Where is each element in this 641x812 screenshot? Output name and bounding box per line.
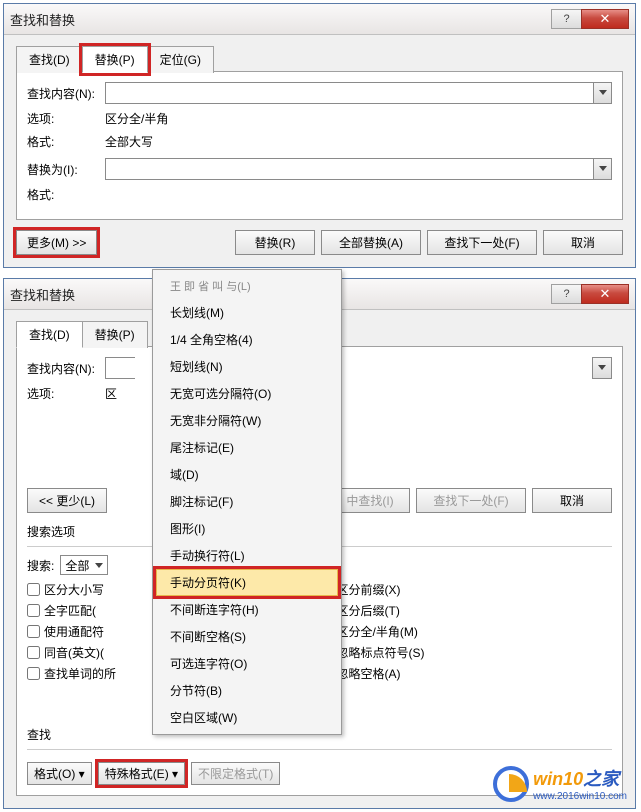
less-button[interactable]: << 更少(L) <box>27 488 107 513</box>
cancel-button[interactable]: 取消 <box>543 230 623 255</box>
replace-button[interactable]: 替换(R) <box>235 230 315 255</box>
check-left-checkbox-0[interactable] <box>27 583 40 596</box>
check-right-label-1: 区分后缀(T) <box>337 602 400 619</box>
close-button[interactable]: ✕ <box>581 9 629 29</box>
menu-item-7[interactable]: 脚注标记(F) <box>156 488 338 515</box>
menu-item-14[interactable]: 分节符(B) <box>156 677 338 704</box>
check-left-label-1: 全字匹配( <box>44 602 96 619</box>
format2-label: 格式: <box>27 186 105 203</box>
replace-all-button[interactable]: 全部替换(A) <box>321 230 421 255</box>
find-replace-dialog-2: 查找和替换 ? ✕ 查找(D) 替换(P) 查找内容(N): <box>3 278 636 809</box>
menu-item-3[interactable]: 无宽可选分隔符(O) <box>156 380 338 407</box>
menu-item-12[interactable]: 不间断空格(S) <box>156 623 338 650</box>
options-label: 选项: <box>27 110 105 127</box>
check-left-label-0: 区分大小写 <box>44 581 104 598</box>
check-left-checkbox-2[interactable] <box>27 625 40 638</box>
dialog-title: 查找和替换 <box>10 10 552 29</box>
check-right-3: 忽略标点符号(S) <box>320 644 613 661</box>
watermark-text: win10之家 www.2016win10.com <box>533 765 627 802</box>
tab-replace[interactable]: 替换(P) <box>82 321 148 348</box>
menu-item-10[interactable]: 手动分页符(K) <box>156 569 338 596</box>
find-content-combo-end[interactable] <box>592 357 612 379</box>
menu-item-11[interactable]: 不间断连字符(H) <box>156 596 338 623</box>
titlebar[interactable]: 查找和替换 ? ✕ <box>4 4 635 35</box>
tab-panel: 查找内容(N): 选项: 区分全/半角 格式: 全部大写 替换为(I): <box>16 71 623 220</box>
find-content-combo[interactable] <box>105 82 612 104</box>
menu-item-9[interactable]: 手动换行符(L) <box>156 542 338 569</box>
dropdown-icon[interactable] <box>593 159 611 179</box>
close-button[interactable]: ✕ <box>581 284 629 304</box>
check-left-label-4: 查找单词的所 <box>44 665 116 682</box>
no-format-button[interactable]: 不限定格式(T) <box>191 762 280 785</box>
dropdown-icon[interactable] <box>593 83 611 103</box>
cancel-button[interactable]: 取消 <box>532 488 612 513</box>
find-content-label: 查找内容(N): <box>27 360 105 377</box>
format-button[interactable]: 格式(O) ▾ <box>27 762 92 785</box>
search-direction-select[interactable]: 全部 <box>60 555 108 575</box>
tab-find[interactable]: 查找(D) <box>16 46 83 73</box>
special-format-button[interactable]: 特殊格式(E) ▾ <box>98 762 185 785</box>
menu-item-13[interactable]: 可选连字符(O) <box>156 650 338 677</box>
window-buttons: ? ✕ <box>552 9 629 29</box>
options-value: 区 <box>105 385 117 402</box>
menu-item-6[interactable]: 域(D) <box>156 461 338 488</box>
tab-strip: 查找(D) 替换(P) 定位(G) <box>16 45 623 72</box>
button-row: 更多(M) >> 替换(R) 全部替换(A) 查找下一处(F) 取消 <box>16 220 623 255</box>
tab-find[interactable]: 查找(D) <box>16 321 83 348</box>
menu-item-8[interactable]: 图形(I) <box>156 515 338 542</box>
check-right-2: 区分全/半角(M) <box>320 623 613 640</box>
check-right-label-3: 忽略标点符号(S) <box>337 644 425 661</box>
find-next-button[interactable]: 查找下一处(F) <box>416 488 526 513</box>
dropdown-icon[interactable] <box>593 358 611 378</box>
dialog-body: 查找(D) 替换(P) 定位(G) 查找内容(N): 选项: 区分全/半角 格式… <box>4 35 635 267</box>
menu-item-5[interactable]: 尾注标记(E) <box>156 434 338 461</box>
check-left-label-2: 使用通配符 <box>44 623 104 640</box>
check-left-checkbox-4[interactable] <box>27 667 40 680</box>
check-right-label-0: 区分前缀(X) <box>337 581 401 598</box>
tab-replace[interactable]: 替换(P) <box>82 46 148 73</box>
format-value: 全部大写 <box>105 133 153 150</box>
menu-item-15[interactable]: 空白区域(W) <box>156 704 338 731</box>
replace-with-label: 替换为(I): <box>27 161 105 178</box>
menu-item-4[interactable]: 无宽非分隔符(W) <box>156 407 338 434</box>
format-label: 格式: <box>27 133 105 150</box>
more-button[interactable]: 更多(M) >> <box>16 230 97 255</box>
check-right-1: 区分后缀(T) <box>320 602 613 619</box>
search-label: 搜索: <box>27 557 54 574</box>
check-left-checkbox-1[interactable] <box>27 604 40 617</box>
check-right-label-2: 区分全/半角(M) <box>337 623 418 640</box>
replace-with-input[interactable] <box>106 159 593 179</box>
find-content-label: 查找内容(N): <box>27 85 105 102</box>
find-content-input[interactable] <box>106 83 593 103</box>
find-next-button[interactable]: 查找下一处(F) <box>427 230 537 255</box>
tab-goto[interactable]: 定位(G) <box>147 46 214 73</box>
check-right-4: 忽略空格(A) <box>320 665 613 682</box>
replace-with-combo[interactable] <box>105 158 612 180</box>
menu-item-2[interactable]: 短划线(N) <box>156 353 338 380</box>
check-left-label-3: 同音(英文)( <box>44 644 104 661</box>
window-buttons: ? ✕ <box>552 284 629 304</box>
options-label: 选项: <box>27 385 105 402</box>
watermark: win10之家 www.2016win10.com <box>493 765 627 802</box>
check-right-0: 区分前缀(X) <box>320 581 613 598</box>
find-replace-dialog-1: 查找和替换 ? ✕ 查找(D) 替换(P) 定位(G) 查找内容(N): 选 <box>3 3 636 268</box>
watermark-logo-icon <box>493 766 529 802</box>
checkbox-col-right: 区分前缀(X) 区分后缀(T) 区分全/半角(M) 忽略标点符号(S) 忽略空格(A) <box>320 581 613 686</box>
find-content-combo[interactable] <box>105 357 135 379</box>
menu-item-1[interactable]: 1/4 全角空格(4) <box>156 326 338 353</box>
menu-item-0[interactable]: 长划线(M) <box>156 299 338 326</box>
special-format-menu: 王 即 省 叫 与(L) 长划线(M)1/4 全角空格(4)短划线(N)无宽可选… <box>152 269 342 735</box>
help-button[interactable]: ? <box>551 284 582 304</box>
search-in-button[interactable]: 中查找(I) <box>330 488 410 513</box>
options-value: 区分全/半角 <box>105 110 168 127</box>
check-right-label-4: 忽略空格(A) <box>337 665 401 682</box>
menu-item-truncated[interactable]: 王 即 省 叫 与(L) <box>156 273 338 299</box>
help-button[interactable]: ? <box>551 9 582 29</box>
check-left-checkbox-3[interactable] <box>27 646 40 659</box>
